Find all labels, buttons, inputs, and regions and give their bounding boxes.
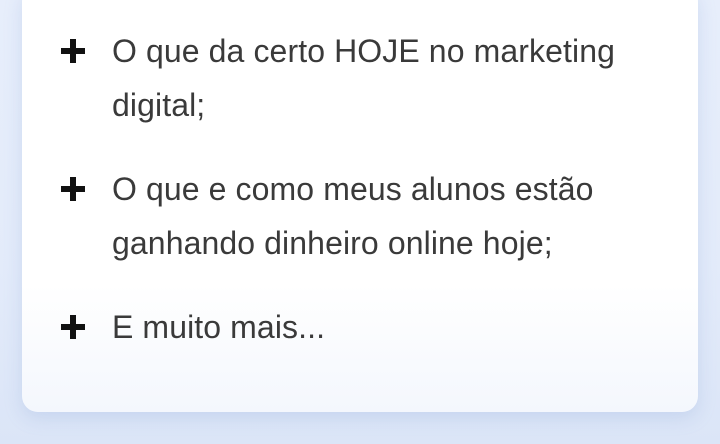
- list-item: O que e como meus alunos estão ganhando …: [60, 162, 660, 270]
- plus-icon: [61, 39, 85, 63]
- feature-text: O que e como meus alunos estão ganhando …: [112, 171, 594, 261]
- list-item: E muito mais...: [60, 300, 660, 354]
- feature-text: E muito mais...: [112, 309, 326, 345]
- plus-icon: [61, 177, 85, 201]
- plus-icon: [61, 315, 85, 339]
- feature-text: O que da certo HOJE no marketing digital…: [112, 33, 615, 123]
- feature-list: O que da certo HOJE no marketing digital…: [60, 24, 660, 384]
- feature-card: O que da certo HOJE no marketing digital…: [22, 0, 698, 412]
- list-item: O que da certo HOJE no marketing digital…: [60, 24, 660, 132]
